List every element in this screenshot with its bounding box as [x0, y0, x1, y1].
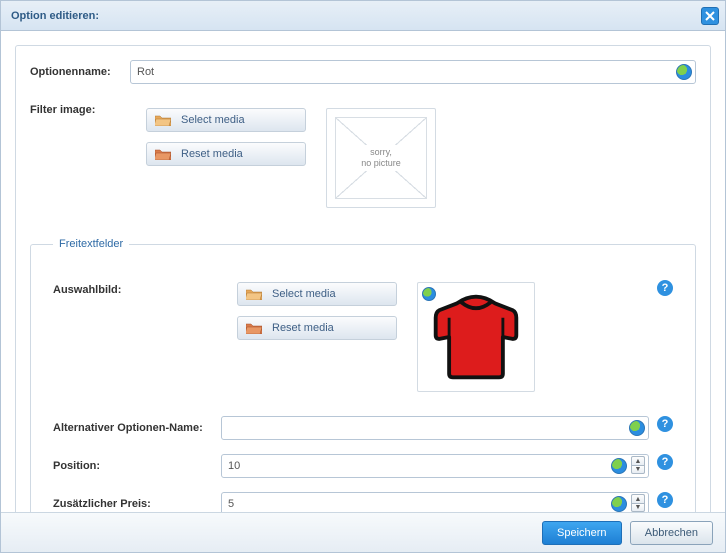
auswahlbild-reset-label: Reset media: [272, 322, 334, 334]
help-icon[interactable]: ?: [657, 492, 673, 508]
position-spinner: ▲ ▼: [631, 456, 645, 474]
auswahlbild-select-button[interactable]: Select media: [237, 282, 397, 306]
window-title: Option editieren:: [11, 10, 99, 22]
price-input[interactable]: [221, 492, 649, 512]
auswahlbild-select-label: Select media: [272, 288, 336, 300]
auswahlbild-media-block: Select media Reset media: [221, 272, 649, 402]
globe-icon[interactable]: [629, 420, 645, 436]
globe-icon: [422, 287, 436, 301]
shirt-image: [422, 287, 530, 387]
row-price: Zusätzlicher Preis: ▲ ▼ ?: [53, 492, 673, 512]
dialog-window: Option editieren: Optionenname: Filter i…: [0, 0, 726, 553]
filter-media-buttons: Select media Reset media: [146, 108, 306, 166]
select-media-button[interactable]: Select media: [146, 108, 306, 132]
option-name-label: Optionenname:: [30, 60, 130, 78]
close-button[interactable]: [701, 7, 719, 25]
spinner-up[interactable]: ▲: [631, 494, 645, 503]
row-filter-image: Filter image: Select media: [30, 98, 696, 218]
price-label: Zusätzlicher Preis:: [53, 498, 221, 510]
row-alt-name: Alternativer Optionen-Name: ?: [53, 416, 673, 440]
position-input[interactable]: [221, 454, 649, 478]
folder-reset-icon: [155, 147, 171, 161]
alt-name-input[interactable]: [221, 416, 649, 440]
auswahlbild-thumbnail: [417, 282, 535, 392]
alt-name-label: Alternativer Optionen-Name:: [53, 422, 221, 434]
spinner-up[interactable]: ▲: [631, 456, 645, 465]
option-name-field: [130, 60, 696, 84]
help-icon[interactable]: ?: [657, 454, 673, 470]
dialog-footer: Speichern Abbrechen: [1, 512, 725, 552]
reset-media-label: Reset media: [181, 148, 243, 160]
reset-media-button[interactable]: Reset media: [146, 142, 306, 166]
no-picture-text: sorry, no picture: [357, 145, 405, 171]
folder-open-icon: [246, 287, 262, 301]
globe-icon[interactable]: [676, 64, 692, 80]
spinner-down[interactable]: ▼: [631, 503, 645, 512]
row-auswahlbild: Auswahlbild: Select media: [53, 272, 673, 402]
no-picture-placeholder: sorry, no picture: [335, 117, 427, 199]
alt-name-field: ?: [221, 416, 673, 440]
auswahlbild-label: Auswahlbild:: [53, 272, 221, 296]
filter-image-label: Filter image:: [30, 98, 130, 116]
auswahlbild-field: Select media Reset media: [221, 272, 673, 402]
folder-open-icon: [155, 113, 171, 127]
save-button[interactable]: Speichern: [542, 521, 622, 545]
help-icon[interactable]: ?: [657, 280, 673, 296]
shirt-icon: [428, 289, 524, 385]
row-option-name: Optionenname:: [30, 60, 696, 84]
globe-icon[interactable]: [611, 496, 627, 512]
cancel-button[interactable]: Abbrechen: [630, 521, 713, 545]
filter-image-thumbnail: sorry, no picture: [326, 108, 436, 208]
globe-icon[interactable]: [611, 458, 627, 474]
freetext-fieldset: Freitextfelder Auswahlbild: Select media: [30, 238, 696, 512]
price-field: ▲ ▼ ?: [221, 492, 673, 512]
help-icon[interactable]: ?: [657, 416, 673, 432]
position-field: ▲ ▼ ?: [221, 454, 673, 478]
auswahlbild-reset-button[interactable]: Reset media: [237, 316, 397, 340]
folder-reset-icon: [246, 321, 262, 335]
titlebar: Option editieren:: [1, 1, 725, 31]
position-label: Position:: [53, 460, 221, 472]
row-position: Position: ▲ ▼ ?: [53, 454, 673, 478]
option-name-input[interactable]: [130, 60, 696, 84]
select-media-label: Select media: [181, 114, 245, 126]
close-icon: [705, 11, 715, 21]
auswahlbild-buttons: Select media Reset media: [237, 282, 397, 340]
price-spinner: ▲ ▼: [631, 494, 645, 512]
main-panel: Optionenname: Filter image:: [15, 45, 711, 512]
freetext-legend: Freitextfelder: [53, 238, 129, 250]
dialog-body: Optionenname: Filter image:: [1, 31, 725, 512]
filter-image-area: Select media Reset media sorry,: [130, 98, 696, 218]
spinner-down[interactable]: ▼: [631, 465, 645, 474]
